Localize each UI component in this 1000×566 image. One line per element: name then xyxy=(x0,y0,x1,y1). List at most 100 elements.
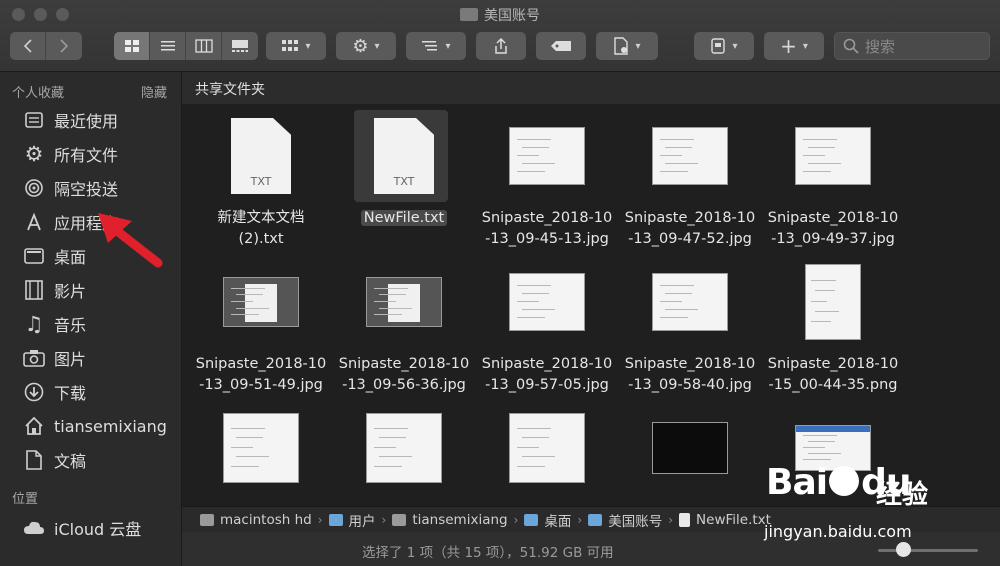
file-item[interactable]: Snipaste_2018-10 -13_09-49-37.jpg xyxy=(762,110,904,247)
file-name-line: -13_09-51-49.jpg xyxy=(199,377,323,393)
sidebar-item-music[interactable]: ♫ 音乐 xyxy=(22,310,182,338)
crumb-label: tiansemixiang xyxy=(412,511,508,528)
hide-favorites-button[interactable]: 隐藏 xyxy=(141,82,167,101)
image-preview xyxy=(366,277,442,327)
sidebar-item-label: 文稿 xyxy=(54,452,87,471)
tag-button[interactable] xyxy=(536,32,586,60)
sidebar-item-label: tiansemixiang xyxy=(54,416,167,436)
list-view-button[interactable] xyxy=(150,32,186,60)
disk-icon xyxy=(200,513,214,526)
chevron-right-icon xyxy=(60,39,69,53)
sidebar-item-label: 图片 xyxy=(54,350,87,369)
crumb-us-account[interactable]: 美国账号 xyxy=(588,510,662,530)
desktop-icon xyxy=(22,244,46,268)
sidebar-item-home[interactable]: tiansemixiang xyxy=(22,412,182,440)
sidebar-item-airdrop[interactable]: 隔空投送 xyxy=(22,174,182,202)
forward-button[interactable] xyxy=(46,32,82,60)
share-icon xyxy=(495,37,507,54)
red-arrow-annotation xyxy=(98,213,163,268)
sidebar-item-movies[interactable]: 影片 xyxy=(22,276,182,304)
arrange-button[interactable]: ▾ xyxy=(406,32,466,60)
folder-icon xyxy=(524,513,539,526)
chevron-right-icon: › xyxy=(577,512,583,527)
file-name-line: Snipaste_2018-10 xyxy=(767,356,899,372)
group-button[interactable]: ▾ xyxy=(266,32,326,60)
file-item[interactable]: Snipaste_2018-10 -13_09-56-36.jpg xyxy=(333,256,475,393)
crumb-home[interactable]: tiansemixiang xyxy=(392,511,508,528)
file-thumbnail xyxy=(762,256,904,348)
view-mode-control xyxy=(114,32,258,60)
image-preview xyxy=(223,413,299,483)
file-name-line: -15_00-44-35.png xyxy=(768,377,898,393)
image-preview xyxy=(652,273,728,331)
file-item[interactable]: Snipaste_2018-10 -13_09-45-13.jpg xyxy=(476,110,618,247)
crumb-users[interactable]: 用户 xyxy=(328,510,376,530)
image-preview xyxy=(509,273,585,331)
file-thumbnail xyxy=(762,110,904,202)
sidebar-item-downloads[interactable]: 下载 xyxy=(22,378,182,406)
crumb-macintosh-hd[interactable]: macintosh hd xyxy=(200,512,312,528)
watermark-product: 经验 xyxy=(876,480,929,510)
file-name-line: -13_09-47-52.jpg xyxy=(628,231,752,247)
file-item[interactable]: Snipaste_2018-10 -13_09-51-49.jpg xyxy=(190,256,332,393)
crumb-desktop[interactable]: 桌面 xyxy=(524,510,571,530)
watermark-brand: Bai xyxy=(766,462,828,503)
file-name: NewFile.txt xyxy=(333,208,475,229)
file-name-line: Snipaste_2018-10 xyxy=(767,210,899,226)
search-field[interactable]: 搜索 xyxy=(834,32,990,60)
back-button[interactable] xyxy=(10,32,46,60)
chevron-right-icon: › xyxy=(317,512,323,527)
file-name-line: Snipaste_2018-10 xyxy=(195,356,327,372)
sidebar-item-label: 影片 xyxy=(54,282,87,301)
new-document-button[interactable]: ▾ xyxy=(596,32,658,60)
search-icon xyxy=(843,38,859,54)
file-item[interactable]: TXT 新建文本文档 (2).txt xyxy=(190,110,332,247)
file-item[interactable]: Snipaste_2018-10 -13_09-57-05.jpg xyxy=(476,256,618,393)
sidebar-item-icloud[interactable]: iCloud 云盘 xyxy=(22,514,182,542)
chevron-down-icon: ▾ xyxy=(802,40,808,52)
chevron-left-icon xyxy=(23,39,32,53)
sidebar-item-pictures[interactable]: 图片 xyxy=(22,344,182,372)
share-button[interactable] xyxy=(476,32,526,60)
sidebar-item-recents[interactable]: 最近使用 xyxy=(22,106,182,134)
folder-icon xyxy=(588,513,603,526)
file-thumbnail xyxy=(476,256,618,348)
file-name-line: -13_09-58-40.jpg xyxy=(628,377,752,393)
window-title-text: 美国账号 xyxy=(484,8,540,24)
gear-icon: ⚙ xyxy=(352,35,369,57)
baidu-watermark: Bai du 经验 jingyan.baidu.com xyxy=(758,462,994,550)
file-item[interactable]: Snipaste_2018-10 -13_09-58-40.jpg xyxy=(619,256,761,393)
file-item[interactable]: Snipaste_2018-10 -15_00-44-35.png xyxy=(762,256,904,393)
columns-icon xyxy=(194,39,213,53)
file-name: Snipaste_2018-10 -13_09-58-40.jpg xyxy=(619,354,761,396)
file-item[interactable]: Snipaste_2018-10 -13_09-47-52.jpg xyxy=(619,110,761,247)
search-placeholder: 搜索 xyxy=(865,37,896,56)
file-thumbnail xyxy=(619,402,761,494)
shared-folder-header: 共享文件夹 xyxy=(182,72,1000,104)
sidebar-item-documents[interactable]: 文稿 xyxy=(22,446,182,474)
file-name-line: (2).txt xyxy=(238,231,284,247)
folder-icon xyxy=(460,8,478,21)
grid-icon xyxy=(124,40,139,52)
file-item[interactable]: TXT NewFile.txt xyxy=(333,110,475,238)
storage-button[interactable]: ▾ xyxy=(694,32,754,60)
arrange-icon xyxy=(422,41,438,51)
chevron-down-icon: ▾ xyxy=(635,40,641,52)
file-name: Snipaste_2018-10 -13_09-51-49.jpg xyxy=(190,354,332,396)
all-files-icon: ⚙ xyxy=(24,142,44,166)
add-button[interactable]: + ▾ xyxy=(764,32,824,60)
file-thumbnail xyxy=(619,256,761,348)
action-button[interactable]: ⚙ ▾ xyxy=(336,32,396,60)
tag-icon xyxy=(551,41,571,51)
image-preview xyxy=(795,127,871,185)
icon-view-button[interactable] xyxy=(114,32,150,60)
column-view-button[interactable] xyxy=(186,32,222,60)
sidebar-item-all-files[interactable]: ⚙ 所有文件 xyxy=(22,140,182,168)
gallery-view-button[interactable] xyxy=(222,32,258,60)
file-name-line: -13_09-45-13.jpg xyxy=(485,231,609,247)
list-icon xyxy=(160,41,175,51)
file-name: Snipaste_2018-10 -15_00-44-35.png xyxy=(762,354,904,396)
document-add-icon xyxy=(614,37,629,55)
file-name: 新建文本文档 (2).txt xyxy=(190,208,332,250)
chevron-down-icon: ▾ xyxy=(445,40,451,52)
